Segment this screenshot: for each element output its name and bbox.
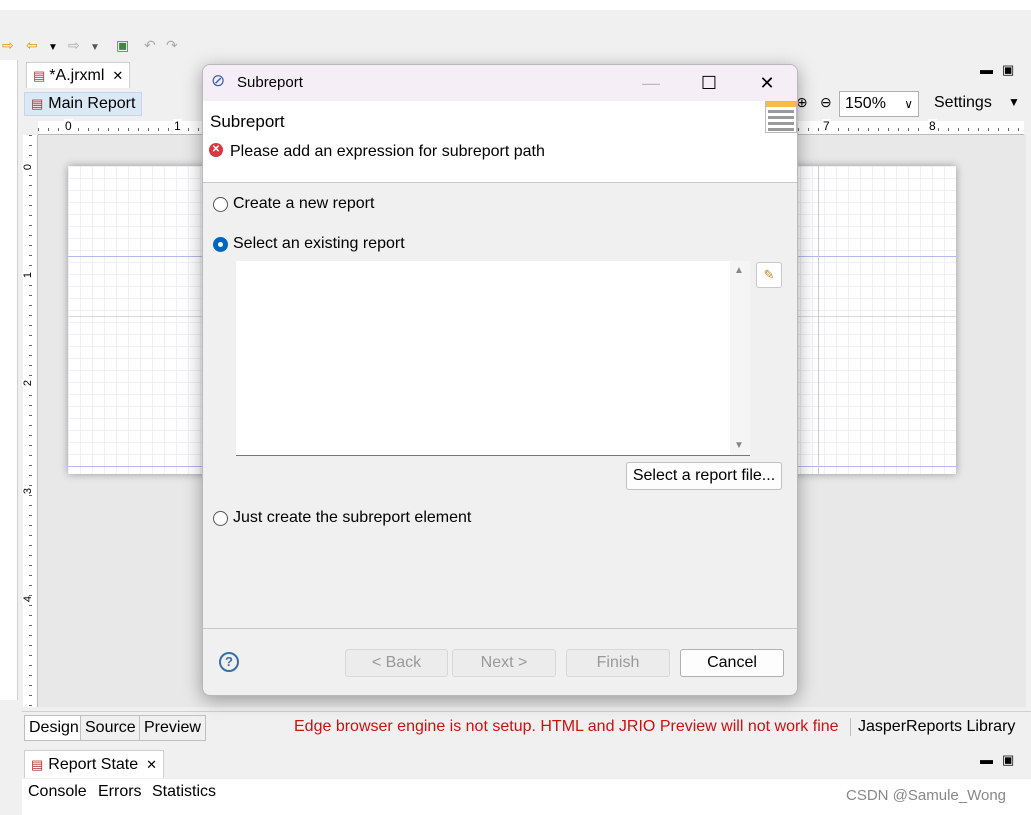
report-icon: ▤ bbox=[31, 96, 44, 111]
top-strip bbox=[0, 0, 1031, 10]
minimize-icon[interactable]: ▬ bbox=[980, 752, 993, 767]
zoom-out-icon[interactable]: ⊖ bbox=[820, 94, 832, 111]
settings-dropdown-icon[interactable]: ▼ bbox=[1008, 95, 1020, 109]
ruler-label: 3 bbox=[22, 487, 35, 495]
main-report-label: Main Report bbox=[48, 95, 136, 112]
error-message: Please add an expression for subreport p… bbox=[230, 143, 545, 160]
radio-button[interactable] bbox=[213, 510, 228, 526]
editor-bottom-tabs: Design Source Preview Edge browser engin… bbox=[22, 711, 1031, 741]
undo-icon[interactable]: ↶ bbox=[144, 37, 156, 53]
margin-line bbox=[818, 166, 819, 474]
redo-icon[interactable]: ↷ bbox=[166, 37, 178, 53]
cancel-button[interactable]: Cancel bbox=[680, 649, 784, 677]
tab-console[interactable]: Console bbox=[28, 783, 87, 801]
dialog-heading: Subreport bbox=[210, 112, 285, 131]
back-arrow-icon[interactable]: ⇦ bbox=[26, 37, 38, 53]
subreport-icon: ⊘ bbox=[211, 71, 226, 90]
option-create-new[interactable]: Create a new report bbox=[213, 195, 374, 213]
ruler-label: 0 bbox=[64, 119, 73, 133]
finish-button[interactable]: Finish bbox=[566, 649, 670, 677]
tab-errors[interactable]: Errors bbox=[98, 783, 142, 801]
ruler-label: 8 bbox=[928, 119, 937, 133]
edit-icon: ✎ bbox=[763, 267, 775, 282]
file-tab-label: *A.jrxml bbox=[49, 66, 105, 84]
vertical-ruler: 0 1 2 3 4 bbox=[22, 135, 38, 707]
close-icon[interactable]: ✕ bbox=[745, 69, 789, 97]
main-toolbar: ⇨ ⇦ ▼ ⇨ ▼ ▣ ↶ ↷ bbox=[0, 34, 1031, 58]
back-dropdown-icon[interactable]: ▼ bbox=[48, 40, 58, 56]
ruler-ticks bbox=[29, 135, 32, 707]
error-icon: ✕ bbox=[209, 143, 223, 157]
forward-dropdown-icon[interactable]: ▼ bbox=[90, 40, 100, 56]
tab-statistics[interactable]: Statistics bbox=[152, 783, 216, 801]
existing-report-list[interactable]: ▲ ▼ bbox=[236, 261, 750, 456]
maximize-icon[interactable]: ▣ bbox=[1002, 62, 1014, 78]
tab-source[interactable]: Source bbox=[80, 715, 141, 741]
settings-button[interactable]: Settings bbox=[934, 94, 992, 112]
close-tab-icon[interactable]: ✕ bbox=[112, 68, 123, 84]
library-label[interactable]: JasperReports Library bbox=[850, 718, 1015, 736]
ruler-label: 7 bbox=[822, 119, 831, 133]
zoom-select[interactable]: 150% ∨ bbox=[839, 91, 919, 117]
zoom-bar: ⊕ ⊖ 150% ∨ Settings ▼ bbox=[796, 90, 1031, 118]
ruler-label: 1 bbox=[173, 119, 182, 133]
list-scrollbar[interactable]: ▲ ▼ bbox=[730, 261, 750, 455]
help-icon[interactable]: ? bbox=[219, 652, 239, 672]
maximize-icon[interactable]: ☐ bbox=[687, 69, 731, 97]
dialog-header: Subreport ✕ Please add an expression for… bbox=[203, 101, 797, 183]
ruler-label: 0 bbox=[22, 163, 35, 171]
minimize-icon[interactable]: ▬ bbox=[980, 62, 993, 77]
ruler-label: 1 bbox=[22, 271, 35, 279]
report-state-label: Report State bbox=[48, 755, 139, 773]
option-label: Create a new report bbox=[233, 195, 375, 212]
file-tab[interactable]: ▤ *A.jrxml ✕ bbox=[26, 62, 131, 88]
main-report-tab[interactable]: ▤ Main Report bbox=[24, 92, 143, 116]
report-state-bar: ▤ Report State ✕ ▬ ▣ bbox=[22, 748, 1031, 778]
subreport-dialog: ⊘ Subreport — ☐ ✕ Subreport ✕ Please add… bbox=[202, 64, 798, 696]
radio-button[interactable] bbox=[213, 196, 228, 212]
scroll-up-icon[interactable]: ▲ bbox=[734, 265, 744, 276]
back-button[interactable]: < Back bbox=[345, 649, 448, 677]
tab-design[interactable]: Design bbox=[24, 715, 84, 741]
zoom-value: 150% bbox=[845, 95, 886, 112]
tab-preview[interactable]: Preview bbox=[139, 715, 206, 741]
report-state-tab[interactable]: ▤ Report State ✕ bbox=[24, 750, 165, 778]
new-element-icon[interactable]: ▣ bbox=[116, 37, 129, 53]
footer-separator bbox=[203, 628, 797, 629]
browser-warning: Edge browser engine is not setup. HTML a… bbox=[294, 718, 839, 735]
report-file-icon: ▤ bbox=[33, 67, 46, 83]
report-state-icon: ▤ bbox=[31, 756, 44, 772]
scroll-down-icon[interactable]: ▼ bbox=[734, 440, 744, 451]
option-select-existing[interactable]: Select an existing report bbox=[213, 235, 405, 253]
next-button[interactable]: Next > bbox=[452, 649, 556, 677]
left-panel-edge bbox=[0, 60, 18, 700]
close-tab-icon[interactable]: ✕ bbox=[146, 757, 157, 773]
watermark: CSDN @Samule_Wong bbox=[846, 787, 1007, 804]
maximize-icon[interactable]: ▣ bbox=[1002, 752, 1014, 768]
edit-expression-button[interactable]: ✎ bbox=[756, 262, 782, 288]
ruler-label: 4 bbox=[22, 595, 35, 603]
dialog-window-title: Subreport bbox=[237, 74, 303, 91]
option-just-create[interactable]: Just create the subreport element bbox=[213, 509, 471, 527]
option-label: Just create the subreport element bbox=[233, 509, 472, 526]
forward-arrow-icon[interactable]: ⇨ bbox=[2, 37, 14, 53]
dialog-titlebar: ⊘ Subreport — ☐ ✕ bbox=[203, 65, 797, 101]
radio-button-selected[interactable] bbox=[213, 236, 228, 252]
wizard-banner-icon bbox=[765, 101, 797, 133]
chevron-down-icon: ∨ bbox=[904, 97, 913, 111]
forward-nav-icon[interactable]: ⇨ bbox=[68, 37, 80, 53]
option-label: Select an existing report bbox=[233, 235, 405, 252]
ruler-label: 2 bbox=[22, 379, 35, 387]
select-report-file-button[interactable]: Select a report file... bbox=[626, 462, 782, 490]
minimize-icon[interactable]: — bbox=[629, 69, 673, 97]
